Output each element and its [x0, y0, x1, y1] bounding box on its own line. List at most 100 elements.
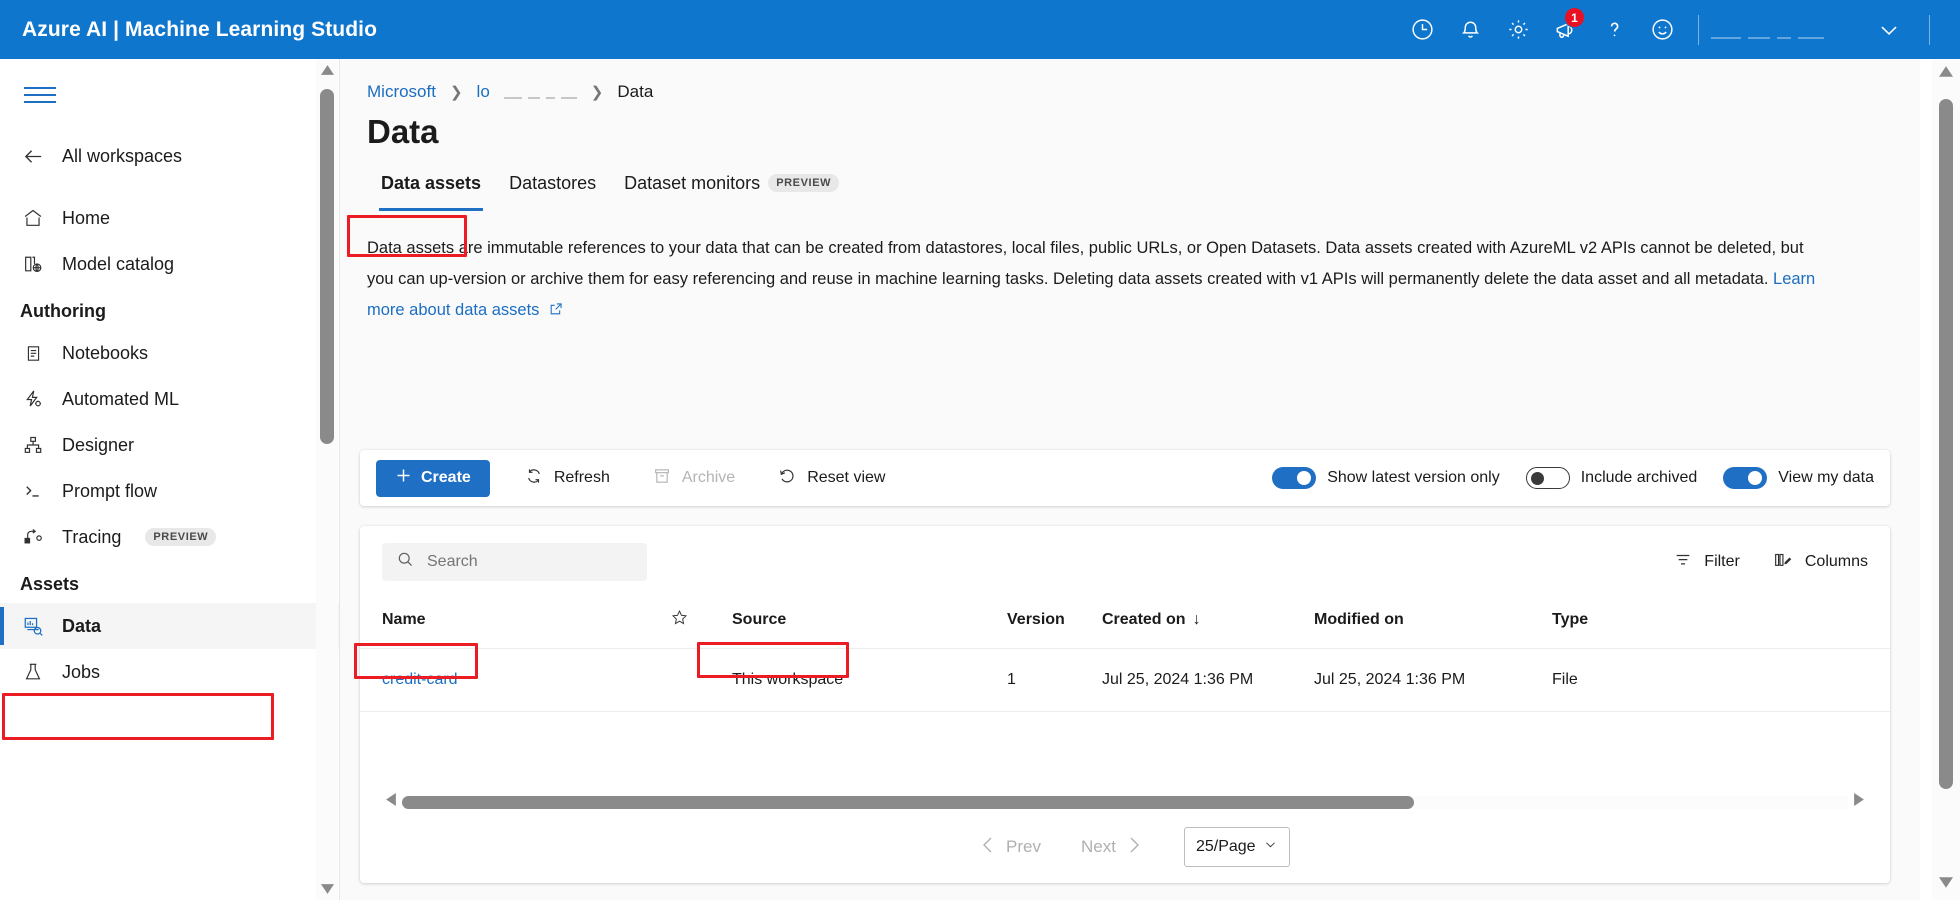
filter-icon	[1673, 550, 1693, 575]
scroll-up-icon[interactable]	[1932, 59, 1960, 83]
reset-view-icon	[777, 466, 797, 491]
sidebar-scroll-thumb[interactable]	[320, 89, 334, 444]
scroll-right-icon[interactable]	[1854, 793, 1864, 811]
hscroll-thumb[interactable]	[402, 796, 1414, 809]
history-icon[interactable]	[1398, 0, 1446, 59]
hscroll-track[interactable]	[402, 796, 1848, 809]
tracing-icon	[20, 524, 46, 550]
tab-label: Datastores	[509, 173, 596, 194]
cell-favorite[interactable]	[670, 649, 732, 712]
sidebar-item-label: All workspaces	[62, 146, 182, 167]
toggle-view-my-data[interactable]: View my data	[1723, 467, 1874, 489]
sidebar-item-automated-ml[interactable]: Automated ML	[0, 376, 339, 422]
account-chevron-down-icon[interactable]	[1861, 0, 1917, 59]
sidebar-item-jobs[interactable]: Jobs	[0, 649, 339, 695]
column-header-label: Name	[382, 611, 426, 628]
tab-datastores[interactable]: Datastores	[495, 167, 610, 211]
breadcrumb-workspace[interactable]: lo	[477, 82, 490, 102]
reset-view-button[interactable]: Reset view	[769, 460, 893, 497]
sort-arrow-icon: ↓	[1193, 611, 1201, 628]
sidebar-item-model-catalog[interactable]: Model catalog	[0, 241, 339, 287]
page-size-select[interactable]: 25/Page	[1184, 827, 1290, 867]
column-header-version[interactable]: Version	[1007, 598, 1102, 649]
sidebar-section-assets: Assets	[0, 560, 339, 603]
toggle-switch[interactable]	[1526, 467, 1570, 489]
column-header-modified-on[interactable]: Modified on	[1314, 598, 1552, 649]
sidebar-scrollbar[interactable]	[316, 59, 338, 900]
tab-label: Data assets	[381, 173, 481, 194]
help-icon[interactable]	[1590, 0, 1638, 59]
sidebar-item-data[interactable]: Data	[0, 603, 339, 649]
sidebar-item-prompt-flow[interactable]: Prompt flow	[0, 468, 339, 514]
filter-button[interactable]: Filter	[1673, 550, 1740, 575]
prev-page-button[interactable]: Prev	[960, 836, 1061, 859]
search-icon	[396, 550, 415, 574]
external-link-icon	[549, 296, 563, 327]
data-asset-link[interactable]: credit-card	[382, 671, 458, 688]
scroll-down-icon[interactable]	[316, 878, 338, 900]
toggle-switch[interactable]	[1272, 467, 1316, 489]
page-description: Data assets are immutable references to …	[340, 211, 1870, 327]
column-header-favorite[interactable]	[670, 598, 732, 649]
sidebar-item-label: Model catalog	[62, 254, 174, 275]
column-header-name[interactable]: Name	[360, 598, 670, 649]
next-page-button[interactable]: Next	[1061, 836, 1162, 859]
table-row[interactable]: credit-card This workspace 1 Jul 25, 202…	[360, 649, 1890, 712]
gear-icon[interactable]	[1494, 0, 1542, 59]
toggle-include-archived[interactable]: Include archived	[1526, 467, 1698, 489]
breadcrumb-chevron-icon: ❯	[450, 83, 463, 101]
refresh-button[interactable]: Refresh	[516, 460, 618, 497]
page-title: Data	[340, 101, 1920, 151]
page-scroll-thumb[interactable]	[1939, 99, 1953, 789]
arrow-left-icon	[20, 143, 46, 169]
sidebar-item-notebooks[interactable]: Notebooks	[0, 330, 339, 376]
column-header-source[interactable]: Source	[732, 598, 1007, 649]
columns-label: Columns	[1805, 553, 1868, 571]
tab-data-assets[interactable]: Data assets	[367, 167, 495, 211]
page-scrollbar[interactable]	[1932, 59, 1960, 900]
chevron-left-icon	[980, 836, 996, 859]
toggle-label: View my data	[1778, 469, 1874, 487]
menu-icon[interactable]	[18, 73, 62, 117]
preview-badge: PREVIEW	[145, 528, 216, 546]
sidebar-item-home[interactable]: Home	[0, 195, 339, 241]
search-input[interactable]	[382, 543, 647, 581]
column-header-created-on[interactable]: Created on ↓	[1102, 598, 1314, 649]
feedback-icon[interactable]	[1638, 0, 1686, 59]
scroll-up-icon[interactable]	[316, 59, 338, 81]
scroll-down-icon[interactable]	[1932, 870, 1960, 894]
sidebar-item-tracing[interactable]: Tracing PREVIEW	[0, 514, 339, 560]
create-button[interactable]: Create	[376, 460, 490, 497]
refresh-label: Refresh	[554, 469, 610, 487]
archive-icon	[652, 466, 672, 491]
column-header-label: Created on	[1102, 611, 1186, 628]
scroll-left-icon[interactable]	[386, 793, 396, 811]
search-field[interactable]	[427, 553, 617, 571]
app-title: Azure AI | Machine Learning Studio	[22, 18, 377, 42]
sidebar-item-label: Automated ML	[62, 389, 179, 410]
filter-label: Filter	[1704, 553, 1740, 571]
app-header: Azure AI | Machine Learning Studio	[0, 0, 1960, 59]
prompt-flow-icon	[20, 478, 46, 504]
toggle-show-latest-version-only[interactable]: Show latest version only	[1272, 467, 1500, 489]
toggle-label: Show latest version only	[1327, 469, 1500, 487]
toggle-label: Include archived	[1581, 469, 1698, 487]
sidebar-item-label: Home	[62, 208, 110, 229]
column-header-label: Type	[1552, 611, 1588, 628]
megaphone-icon[interactable]: 1	[1542, 0, 1590, 59]
reset-view-label: Reset view	[807, 469, 885, 487]
breadcrumb-root[interactable]: Microsoft	[367, 82, 436, 102]
next-label: Next	[1081, 837, 1116, 857]
bell-icon[interactable]	[1446, 0, 1494, 59]
toggle-switch[interactable]	[1723, 467, 1767, 489]
plus-icon	[395, 467, 412, 489]
page-size-label: 25/Page	[1196, 838, 1256, 856]
archive-label: Archive	[682, 469, 735, 487]
columns-button[interactable]: Columns	[1772, 550, 1868, 575]
column-header-type[interactable]: Type	[1552, 598, 1890, 649]
sidebar-item-label: Data	[62, 616, 101, 637]
grid-horizontal-scrollbar[interactable]	[380, 791, 1870, 813]
tab-dataset-monitors[interactable]: Dataset monitors PREVIEW	[610, 167, 853, 211]
sidebar-item-designer[interactable]: Designer	[0, 422, 339, 468]
sidebar-item-all-workspaces[interactable]: All workspaces	[0, 133, 339, 179]
